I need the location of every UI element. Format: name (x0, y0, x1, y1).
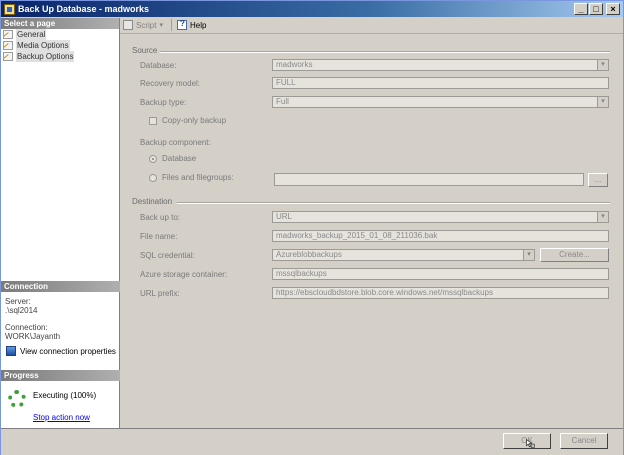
help-icon (176, 19, 187, 30)
script-button[interactable]: Script ▾ (123, 20, 163, 30)
back-up-to-label: Back up to: (140, 213, 181, 222)
source-header: Source (132, 46, 158, 55)
file-name-label: File name: (140, 232, 178, 241)
server-label: Server: (5, 297, 31, 306)
cancel-button[interactable]: Cancel (560, 433, 608, 449)
left-pane: Select a page General Media Options Back… (1, 18, 122, 428)
page-icon (3, 52, 13, 61)
files-filegroups-field[interactable] (274, 173, 584, 186)
help-label: Help (189, 20, 207, 30)
create-credential-button[interactable]: Create... (540, 248, 609, 262)
connection-value: WORK\Jayanth (5, 332, 61, 341)
page-item-label: Backup Options (16, 51, 75, 62)
minimize-button[interactable]: _ (574, 3, 588, 15)
files-filegroups-radio[interactable] (149, 174, 157, 182)
backup-type-select[interactable]: Full (272, 96, 609, 108)
connection-header: Connection (1, 281, 122, 292)
database-radio[interactable] (149, 155, 157, 163)
toolbar: Script ▾ Help (120, 18, 623, 32)
mouse-cursor-icon (526, 438, 535, 448)
backup-component-label: Backup component: (140, 138, 211, 147)
script-icon (123, 20, 133, 30)
back-up-to-select[interactable]: URL (272, 211, 609, 223)
connection-info: Server: .\sql2014 Connection: WORK\Jayan… (5, 297, 117, 341)
recovery-model-label: Recovery model: (140, 79, 201, 88)
page-item-general[interactable]: General (1, 29, 119, 40)
database-option-label: Database (162, 154, 197, 163)
sql-credential-select[interactable]: Azureblobbackups (272, 249, 535, 261)
connection-properties-icon (6, 346, 16, 356)
title-bar: Back Up Database - madworks _ □ × (1, 1, 623, 17)
browse-button[interactable]: ... (588, 173, 608, 187)
page-item-media-options[interactable]: Media Options (1, 40, 119, 51)
destination-header: Destination (132, 197, 173, 206)
page-icon (3, 30, 13, 39)
database-label: Database: (140, 61, 177, 70)
database-select[interactable]: madworks (272, 59, 609, 71)
url-prefix-label: URL prefix: (140, 289, 180, 298)
azure-container-input[interactable]: mssqlbackups (272, 268, 609, 280)
copy-only-label: Copy-only backup (162, 116, 227, 125)
files-option-label: Files and filegroups: (162, 173, 234, 182)
file-name-input[interactable]: madworks_backup_2015_01_08_211036.bak (272, 230, 609, 242)
progress-header: Progress (1, 370, 122, 381)
azure-container-label: Azure storage container: (140, 270, 228, 279)
recovery-model-field: FULL (272, 77, 609, 89)
script-label: Script (136, 20, 157, 30)
url-prefix-input[interactable]: https://ebscloudbdstore.blob.core.window… (272, 287, 609, 299)
close-button[interactable]: × (606, 3, 620, 15)
stop-action-link[interactable]: Stop action now (33, 413, 90, 422)
page-icon (3, 41, 13, 50)
divider (177, 202, 610, 204)
view-connection-label: View connection properties (20, 346, 116, 356)
main-content: Source Database: madworks Recovery model… (120, 33, 623, 429)
window-title: Back Up Database - madworks (18, 4, 150, 14)
toolbar-separator (170, 19, 172, 31)
page-item-backup-options[interactable]: Backup Options (1, 51, 119, 62)
page-item-label: General (16, 29, 47, 40)
copy-only-checkbox[interactable] (149, 117, 157, 125)
page-item-label: Media Options (16, 40, 70, 51)
help-button[interactable]: Help (176, 19, 207, 30)
backup-type-label: Backup type: (140, 98, 187, 107)
maximize-button[interactable]: □ (589, 3, 603, 15)
chevron-down-icon: ▾ (159, 22, 163, 29)
server-value: .\sql2014 (5, 306, 38, 315)
sql-credential-label: SQL credential: (140, 251, 195, 260)
backup-dialog: Back Up Database - madworks _ □ × Select… (0, 0, 624, 455)
progress-status: Executing (100%) (33, 391, 97, 400)
select-page-header: Select a page (1, 18, 119, 29)
view-connection-properties-link[interactable]: View connection properties (6, 346, 116, 356)
divider (160, 51, 610, 53)
connection-label: Connection: (5, 323, 48, 332)
database-icon (4, 3, 15, 15)
progress-spinner-icon (8, 390, 26, 408)
